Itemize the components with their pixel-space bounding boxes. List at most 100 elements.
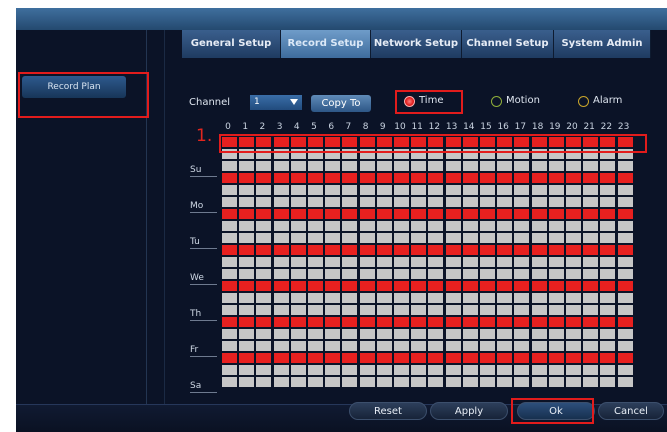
- schedule-cell[interactable]: [359, 257, 375, 267]
- schedule-cell[interactable]: [222, 197, 237, 207]
- schedule-cell[interactable]: [445, 185, 461, 195]
- schedule-cell[interactable]: [514, 293, 530, 303]
- schedule-cell[interactable]: [376, 341, 392, 351]
- schedule-cell[interactable]: [222, 185, 237, 195]
- schedule-cell[interactable]: [308, 329, 323, 339]
- schedule-cell[interactable]: [376, 329, 392, 339]
- schedule-cell-active[interactable]: [308, 353, 323, 363]
- schedule-cell[interactable]: [566, 161, 581, 171]
- schedule-cell[interactable]: [222, 341, 237, 351]
- schedule-cell[interactable]: [342, 305, 358, 315]
- schedule-cell[interactable]: [445, 329, 461, 339]
- schedule-cell[interactable]: [617, 161, 633, 171]
- schedule-cell[interactable]: [273, 293, 289, 303]
- schedule-cell-active[interactable]: [222, 245, 237, 255]
- schedule-cell[interactable]: [325, 221, 341, 231]
- schedule-cell[interactable]: [566, 233, 581, 243]
- schedule-cell[interactable]: [617, 341, 633, 351]
- schedule-cell[interactable]: [514, 329, 530, 339]
- schedule-cell[interactable]: [376, 293, 392, 303]
- schedule-cell[interactable]: [376, 269, 392, 279]
- schedule-cell[interactable]: [359, 341, 375, 351]
- schedule-cell[interactable]: [428, 185, 444, 195]
- schedule-cell[interactable]: [600, 269, 616, 279]
- tab-network-setup[interactable]: Network Setup: [371, 30, 462, 58]
- schedule-cell[interactable]: [428, 161, 444, 171]
- schedule-cell[interactable]: [290, 365, 306, 375]
- schedule-cell-active[interactable]: [617, 353, 633, 363]
- schedule-cell[interactable]: [583, 185, 599, 195]
- schedule-cell[interactable]: [411, 161, 427, 171]
- schedule-cell[interactable]: [342, 293, 358, 303]
- schedule-cell-active[interactable]: [583, 353, 599, 363]
- schedule-cell[interactable]: [548, 365, 564, 375]
- schedule-cell-active[interactable]: [600, 281, 616, 291]
- schedule-cell[interactable]: [497, 269, 513, 279]
- schedule-cell[interactable]: [462, 341, 478, 351]
- schedule-cell[interactable]: [548, 185, 564, 195]
- schedule-cell-active[interactable]: [548, 353, 564, 363]
- schedule-cell[interactable]: [256, 341, 272, 351]
- schedule-cell[interactable]: [290, 305, 306, 315]
- schedule-cell[interactable]: [273, 365, 289, 375]
- schedule-cell-active[interactable]: [617, 173, 633, 183]
- schedule-cell[interactable]: [462, 161, 478, 171]
- schedule-cell[interactable]: [256, 233, 272, 243]
- schedule-cell[interactable]: [462, 269, 478, 279]
- schedule-cell-active[interactable]: [514, 317, 530, 327]
- schedule-cell[interactable]: [566, 377, 581, 387]
- schedule-cell-active[interactable]: [256, 317, 272, 327]
- schedule-cell-active[interactable]: [531, 209, 547, 219]
- schedule-cell-active[interactable]: [239, 317, 255, 327]
- schedule-cell[interactable]: [600, 293, 616, 303]
- schedule-cell[interactable]: [342, 341, 358, 351]
- schedule-cell[interactable]: [497, 305, 513, 315]
- schedule-cell-active[interactable]: [394, 353, 409, 363]
- schedule-cell[interactable]: [566, 329, 581, 339]
- schedule-cell-active[interactable]: [445, 281, 461, 291]
- schedule-cell[interactable]: [273, 185, 289, 195]
- schedule-cell[interactable]: [325, 185, 341, 195]
- schedule-cell[interactable]: [428, 269, 444, 279]
- schedule-cell[interactable]: [394, 185, 409, 195]
- schedule-cell[interactable]: [600, 377, 616, 387]
- schedule-cell-active[interactable]: [394, 245, 409, 255]
- schedule-cell[interactable]: [342, 185, 358, 195]
- schedule-cell-active[interactable]: [308, 173, 323, 183]
- schedule-cell[interactable]: [256, 377, 272, 387]
- schedule-cell[interactable]: [325, 197, 341, 207]
- schedule-cell[interactable]: [376, 221, 392, 231]
- schedule-cell[interactable]: [445, 197, 461, 207]
- schedule-cell-active[interactable]: [359, 245, 375, 255]
- schedule-cell-active[interactable]: [583, 173, 599, 183]
- schedule-cell-active[interactable]: [273, 317, 289, 327]
- schedule-cell[interactable]: [411, 233, 427, 243]
- schedule-cell[interactable]: [445, 365, 461, 375]
- schedule-cell-active[interactable]: [411, 317, 427, 327]
- schedule-cell[interactable]: [290, 221, 306, 231]
- schedule-cell[interactable]: [308, 161, 323, 171]
- schedule-cell[interactable]: [600, 329, 616, 339]
- schedule-cell[interactable]: [273, 233, 289, 243]
- schedule-cell[interactable]: [445, 161, 461, 171]
- schedule-cell[interactable]: [256, 329, 272, 339]
- schedule-cell[interactable]: [600, 185, 616, 195]
- schedule-cell[interactable]: [239, 197, 255, 207]
- tab-system-admin[interactable]: System Admin: [554, 30, 651, 58]
- schedule-cell-active[interactable]: [428, 173, 444, 183]
- schedule-cell[interactable]: [325, 161, 341, 171]
- schedule-cell[interactable]: [600, 257, 616, 267]
- schedule-cell[interactable]: [394, 161, 409, 171]
- schedule-cell[interactable]: [531, 305, 547, 315]
- schedule-cell-active[interactable]: [548, 317, 564, 327]
- schedule-cell[interactable]: [308, 269, 323, 279]
- schedule-cell-active[interactable]: [497, 173, 513, 183]
- schedule-cell[interactable]: [497, 365, 513, 375]
- schedule-cell[interactable]: [394, 341, 409, 351]
- schedule-cell-active[interactable]: [566, 173, 581, 183]
- schedule-cell-active[interactable]: [290, 245, 306, 255]
- schedule-cell[interactable]: [531, 365, 547, 375]
- schedule-cell[interactable]: [531, 197, 547, 207]
- schedule-cell[interactable]: [531, 257, 547, 267]
- schedule-cell[interactable]: [256, 305, 272, 315]
